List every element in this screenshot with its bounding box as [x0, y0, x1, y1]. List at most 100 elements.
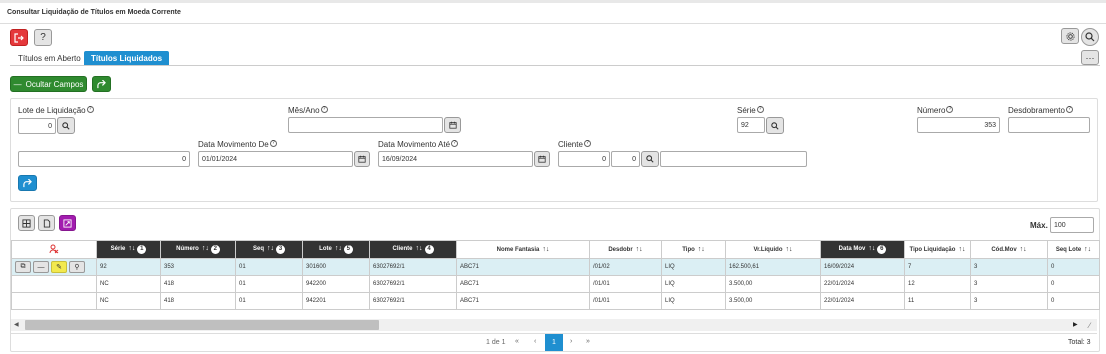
- ellipsis-icon: ⋯: [1085, 52, 1095, 63]
- column-header[interactable]: Seq Lote ↑↓: [1047, 240, 1100, 259]
- mes-ano-input[interactable]: [288, 117, 443, 133]
- first-page-icon[interactable]: «: [515, 338, 519, 345]
- sort-order-badge: 2: [210, 245, 220, 254]
- scrollbar-thumb[interactable]: [25, 320, 379, 330]
- column-header[interactable]: Lote ↑↓ 5: [302, 240, 370, 259]
- column-header[interactable]: Tipo Liquidação ↑↓: [904, 240, 971, 259]
- total-count: Total: 3: [1068, 339, 1091, 346]
- copy-icon[interactable]: ⧉: [15, 261, 31, 273]
- table-cell: 22/01/2024: [820, 292, 905, 310]
- title-divider: [0, 23, 1106, 24]
- sort-order-badge: 6: [877, 245, 887, 254]
- resize-handle-icon[interactable]: ∕: [1089, 322, 1098, 331]
- table-cell: 63027692/1: [369, 275, 457, 293]
- data-ate-calendar-button[interactable]: [534, 151, 550, 167]
- data-ate-input[interactable]: 16/09/2024: [378, 151, 533, 167]
- column-header-label: Cód.Mov: [991, 247, 1017, 253]
- exit-button[interactable]: [10, 29, 28, 46]
- current-page-button[interactable]: 1: [545, 334, 563, 351]
- sort-icon[interactable]: ↑↓: [416, 245, 423, 252]
- column-header[interactable]: Vr.Líquido ↑↓: [725, 240, 821, 259]
- column-header-label: Tipo Liquidação: [909, 247, 956, 253]
- serie-search-button[interactable]: [766, 117, 784, 134]
- edit-icon[interactable]: ✎: [51, 261, 67, 273]
- column-header[interactable]: Desdobr ↑↓: [589, 240, 662, 259]
- mes-ano-calendar-button[interactable]: [444, 117, 461, 133]
- export-file-button[interactable]: [38, 215, 55, 231]
- window-top-border: [0, 0, 1106, 3]
- sort-icon[interactable]: ↑↓: [128, 245, 135, 252]
- sort-icon[interactable]: ↑↓: [636, 246, 643, 253]
- extra-field-input[interactable]: 0: [18, 151, 190, 167]
- column-header[interactable]: Tipo ↑↓: [661, 240, 726, 259]
- sort-icon[interactable]: ↑↓: [1084, 246, 1091, 253]
- scroll-right-icon[interactable]: ▶: [1073, 322, 1078, 328]
- last-page-icon[interactable]: »: [586, 338, 590, 345]
- sort-icon[interactable]: ↑↓: [202, 245, 209, 252]
- max-rows-input[interactable]: 100: [1050, 217, 1094, 233]
- hide-fields-button[interactable]: — Ocultar Campos: [10, 76, 87, 92]
- sort-icon[interactable]: ↑↓: [267, 245, 274, 252]
- row-actions-header: [11, 240, 97, 259]
- serie-input[interactable]: 92: [737, 117, 765, 133]
- column-header[interactable]: Cliente ↑↓ 4: [369, 240, 457, 259]
- column-header-label: Número: [176, 246, 199, 252]
- desdobramento-input[interactable]: [1008, 117, 1090, 133]
- sort-icon[interactable]: ↑↓: [868, 245, 875, 252]
- search-icon[interactable]: ⚲: [69, 261, 85, 273]
- data-de-input[interactable]: 01/01/2024: [198, 151, 353, 167]
- column-header[interactable]: Seq ↑↓ 3: [235, 240, 303, 259]
- sort-icon[interactable]: ↑↓: [335, 245, 342, 252]
- prev-page-icon[interactable]: ‹: [534, 338, 536, 345]
- execute-query-button[interactable]: [18, 175, 37, 191]
- refresh-button[interactable]: [92, 76, 111, 92]
- sort-icon[interactable]: ↑↓: [698, 246, 705, 253]
- mes-ano-label: Mês/Ano?: [288, 106, 328, 115]
- page-title: Consultar Liquidação de Títulos em Moeda…: [7, 9, 181, 16]
- more-options-button[interactable]: ⋯: [1081, 50, 1099, 65]
- cliente-name-input[interactable]: [660, 151, 807, 167]
- cliente-seq-input[interactable]: 0: [611, 151, 640, 167]
- column-header[interactable]: Nome Fantasia ↑↓: [456, 240, 590, 259]
- minus-icon: —: [13, 79, 22, 89]
- help-icon: ?: [1065, 106, 1073, 113]
- table-cell: 353: [160, 258, 236, 276]
- data-de-calendar-button[interactable]: [354, 151, 370, 167]
- table-row[interactable]: NC 418 01 942200 63027692/1 ABC71/01/01 LIQ 3.5…: [11, 275, 1100, 293]
- lote-search-button[interactable]: [57, 117, 75, 134]
- column-header[interactable]: Número ↑↓ 2: [160, 240, 236, 259]
- sort-icon[interactable]: ↑↓: [786, 246, 793, 253]
- table-cell: 418: [160, 292, 236, 310]
- clear-filter-icon[interactable]: [49, 244, 59, 254]
- column-header[interactable]: Série ↑↓ 1: [96, 240, 161, 259]
- help-icon: ?: [946, 106, 954, 113]
- tab-titulos-em-aberto[interactable]: Títulos em Aberto: [18, 54, 81, 63]
- column-header[interactable]: Data Mov ↑↓ 6: [820, 240, 905, 259]
- grid-columns-button[interactable]: [18, 215, 35, 231]
- table-cell: /01/01: [589, 292, 662, 310]
- tab-titulos-liquidados[interactable]: Títulos Liquidados: [84, 51, 170, 66]
- next-page-icon[interactable]: ›: [570, 338, 572, 345]
- table-header-row: Série ↑↓ 1 Número ↑↓ 2 Seq ↑↓ 3 Lote ↑↓ 5 Cliente ↑↓ 4…: [11, 240, 1100, 259]
- help-icon: ?: [320, 106, 328, 113]
- sort-icon[interactable]: ↑↓: [1020, 246, 1027, 253]
- search-toggle-button[interactable]: [1081, 28, 1099, 46]
- column-header[interactable]: Cód.Mov ↑↓: [970, 240, 1048, 259]
- lote-input[interactable]: 0: [18, 118, 56, 134]
- scroll-left-icon[interactable]: ◀: [14, 322, 20, 328]
- delete-icon[interactable]: —: [33, 261, 49, 273]
- numero-input[interactable]: 353: [917, 117, 1000, 133]
- sort-icon[interactable]: ↑↓: [542, 246, 549, 253]
- cliente-search-button[interactable]: [641, 151, 659, 167]
- sort-icon[interactable]: ↑↓: [958, 246, 965, 253]
- table-cell: 01: [235, 258, 303, 276]
- excel-export-button[interactable]: [59, 215, 76, 231]
- settings-button[interactable]: [1061, 28, 1079, 44]
- help-button[interactable]: ?: [34, 29, 52, 46]
- table-cell: LIQ: [661, 258, 726, 276]
- cliente-code-input[interactable]: 0: [558, 151, 610, 167]
- grid-icon: [22, 218, 31, 228]
- table-row[interactable]: NC 418 01 942201 63027692/1 ABC71/01/01 LIQ 3.5…: [11, 292, 1100, 310]
- sort-order-badge: 5: [343, 245, 353, 254]
- table-row[interactable]: ⧉ — ✎ ⚲ 92 353 01 301600 63027692/1 ABC71/01/02 LI…: [11, 258, 1100, 276]
